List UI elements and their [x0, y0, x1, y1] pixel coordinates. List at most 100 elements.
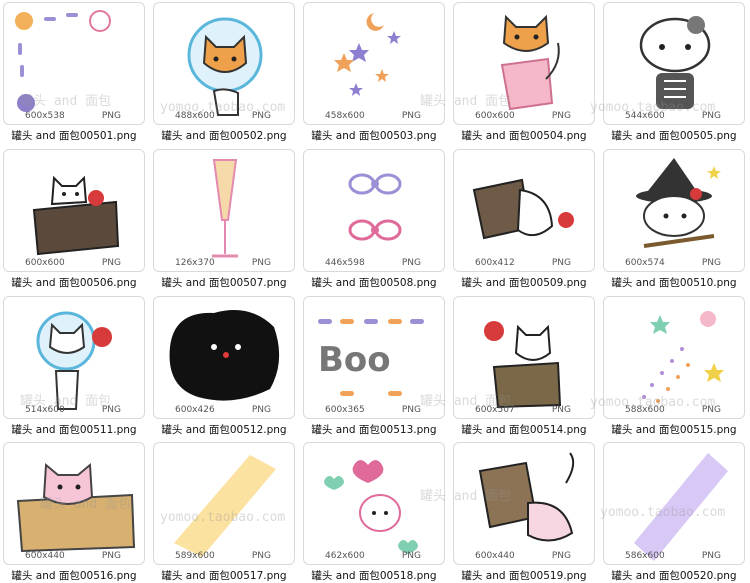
file-name[interactable]: 罐头 and 面包00508.png: [300, 275, 448, 290]
thumbnail-item[interactable]: 446x598 PNG 罐头 and 面包00508.png: [300, 148, 448, 290]
thumbnail-item[interactable]: 600x538 PNG 罐头 and 面包00501.png: [0, 1, 148, 143]
file-format: PNG: [701, 258, 721, 268]
thumbnail-item[interactable]: 600x440 PNG 罐头 and 面包00519.png: [450, 441, 598, 583]
image-dimensions: 586x600: [625, 551, 665, 561]
image-dimensions: 488x600: [175, 111, 215, 121]
thumbnail-item[interactable]: 600x440 PNG 罐头 and 面包00516.png: [0, 441, 148, 583]
pink-cat-bag-icon: [478, 452, 575, 542]
thumbnail-frame[interactable]: 600x574 PNG: [603, 149, 745, 272]
thumbnail-item[interactable]: 600x426 PNG 罐头 and 面包00512.png: [150, 295, 298, 437]
image-dimensions: 600x440: [475, 551, 515, 561]
thumbnail-item[interactable]: 600x507 PNG 罐头 and 面包00514.png: [450, 295, 598, 437]
cat-in-box-icon: [32, 175, 120, 256]
thumbnail-frame[interactable]: 600x412 PNG: [453, 149, 595, 272]
file-name[interactable]: 罐头 and 面包00505.png: [600, 128, 748, 143]
kitty-witch-icon: [636, 158, 721, 248]
file-name[interactable]: 罐头 and 面包00506.png: [0, 275, 148, 290]
file-name[interactable]: 罐头 and 面包00509.png: [450, 275, 598, 290]
thumbnail-grid: 600x538 PNG 罐头 and 面包00501.png 488x600 PNG 罐头…: [0, 0, 750, 583]
thumbnail-item[interactable]: 514x600 PNG 罐头 and 面包00511.png: [0, 295, 148, 437]
image-dimensions: 600x574: [625, 258, 665, 268]
file-name[interactable]: 罐头 and 面包00504.png: [450, 128, 598, 143]
boo-bones-icon: Boo: [318, 319, 424, 396]
thumbnail-frame[interactable]: 589x600 PNG: [153, 442, 295, 565]
file-format: PNG: [551, 551, 571, 561]
thumbnail-item[interactable]: 462x600 PNG 罐头 and 面包00518.png: [300, 441, 448, 583]
thumbnail-frame[interactable]: 588x600 PNG: [603, 296, 745, 419]
thumbnail-frame[interactable]: 600x507 PNG: [453, 296, 595, 419]
thumbnail-frame[interactable]: 126x370 PNG: [153, 149, 295, 272]
thumbnail-frame[interactable]: 458x600 PNG: [303, 2, 445, 125]
thumbnail-frame[interactable]: 600x538 PNG: [3, 2, 145, 125]
file-format: PNG: [401, 405, 421, 415]
image-dimensions: 600x538: [25, 111, 65, 121]
purple-ribbon-icon: [634, 453, 728, 561]
image-dimensions: 588x600: [625, 405, 665, 415]
file-name[interactable]: 罐头 and 面包00512.png: [150, 422, 298, 437]
champagne-glass-icon: [212, 159, 238, 258]
file-name[interactable]: 罐头 and 面包00502.png: [150, 128, 298, 143]
image-dimensions: 458x600: [325, 111, 365, 121]
thumbnail-item[interactable]: 458x600 PNG 罐头 and 面包00503.png: [300, 1, 448, 143]
file-format: PNG: [701, 405, 721, 415]
file-name[interactable]: 罐头 and 面包00507.png: [150, 275, 298, 290]
file-format: PNG: [551, 405, 571, 415]
image-dimensions: 600x600: [475, 111, 515, 121]
thumbnail-item[interactable]: 600x412 PNG 罐头 and 面包00509.png: [450, 148, 598, 290]
thumbnail-item[interactable]: 488x600 PNG 罐头 and 面包00502.png: [150, 1, 298, 143]
bows-icon: [348, 173, 402, 241]
file-format: PNG: [251, 405, 271, 415]
thumbnail-item[interactable]: 600x574 PNG 罐头 and 面包00510.png: [600, 148, 748, 290]
thumbnail-item[interactable]: 600x600 PNG 罐头 and 面包00504.png: [450, 1, 598, 143]
file-name[interactable]: 罐头 and 面包00503.png: [300, 128, 448, 143]
thumbnail-frame[interactable]: Boo 600x365 PNG: [303, 296, 445, 419]
thumbnail-item[interactable]: 588x600 PNG 罐头 and 面包00515.png: [600, 295, 748, 437]
thumbnail-frame[interactable]: 488x600 PNG: [153, 2, 295, 125]
image-dimensions: 446x598: [325, 258, 365, 268]
file-format: PNG: [401, 258, 421, 268]
thumbnail-frame[interactable]: 514x600 PNG: [3, 296, 145, 419]
file-format: PNG: [551, 111, 571, 121]
file-name[interactable]: 罐头 and 面包00514.png: [450, 422, 598, 437]
file-name[interactable]: 罐头 and 面包00519.png: [450, 568, 598, 583]
bunny-hearts-icon: [324, 460, 418, 554]
file-name[interactable]: 罐头 and 面包00511.png: [0, 422, 148, 437]
pink-cat-box-icon: [16, 462, 136, 553]
file-name[interactable]: 罐头 and 面包00501.png: [0, 128, 148, 143]
stars-dots-icon: [642, 311, 724, 403]
thumbnail-item[interactable]: 600x600 PNG 罐头 and 面包00506.png: [0, 148, 148, 290]
thumbnail-frame[interactable]: 446x598 PNG: [303, 149, 445, 272]
file-name[interactable]: 罐头 and 面包00517.png: [150, 568, 298, 583]
thumbnail-frame[interactable]: 600x600 PNG: [453, 2, 595, 125]
thumbnail-frame[interactable]: 544x600 PNG: [603, 2, 745, 125]
thumbnail-item[interactable]: 589x600 PNG 罐头 and 面包00517.png: [150, 441, 298, 583]
file-name[interactable]: 罐头 and 面包00513.png: [300, 422, 448, 437]
file-format: PNG: [401, 551, 421, 561]
file-format: PNG: [101, 551, 121, 561]
moon-stars-icon: [334, 13, 401, 96]
file-name[interactable]: 罐头 and 面包00515.png: [600, 422, 748, 437]
file-name[interactable]: 罐头 and 面包00510.png: [600, 275, 748, 290]
thumbnail-item[interactable]: 586x600 PNG 罐头 and 面包00520.png: [600, 441, 748, 583]
file-format: PNG: [101, 111, 121, 121]
file-format: PNG: [551, 258, 571, 268]
thumbnail-frame[interactable]: 462x600 PNG: [303, 442, 445, 565]
file-format: PNG: [251, 258, 271, 268]
thumbnail-item[interactable]: Boo 600x365 PNG 罐头 and 面包00513.png: [300, 295, 448, 437]
thumbnail-item[interactable]: 126x370 PNG 罐头 and 面包00507.png: [150, 148, 298, 290]
file-name[interactable]: 罐头 and 面包00516.png: [0, 568, 148, 583]
file-format: PNG: [701, 551, 721, 561]
corner-border-pets-icon: [15, 10, 111, 112]
image-dimensions: 600x600: [25, 258, 65, 268]
file-name[interactable]: 罐头 and 面包00518.png: [300, 568, 448, 583]
thumbnail-item[interactable]: 544x600 PNG 罐头 and 面包00505.png: [600, 1, 748, 143]
image-dimensions: 544x600: [625, 111, 665, 121]
thumbnail-frame[interactable]: 600x440 PNG: [3, 442, 145, 565]
thumbnail-frame[interactable]: 600x440 PNG: [453, 442, 595, 565]
thumbnail-frame[interactable]: 586x600 PNG: [603, 442, 745, 565]
cat-astronaut-bundle-icon: [36, 311, 112, 410]
thumbnail-frame[interactable]: 600x426 PNG: [153, 296, 295, 419]
thumbnail-frame[interactable]: 600x600 PNG: [3, 149, 145, 272]
file-name[interactable]: 罐头 and 面包00520.png: [600, 568, 748, 583]
file-format: PNG: [251, 111, 271, 121]
